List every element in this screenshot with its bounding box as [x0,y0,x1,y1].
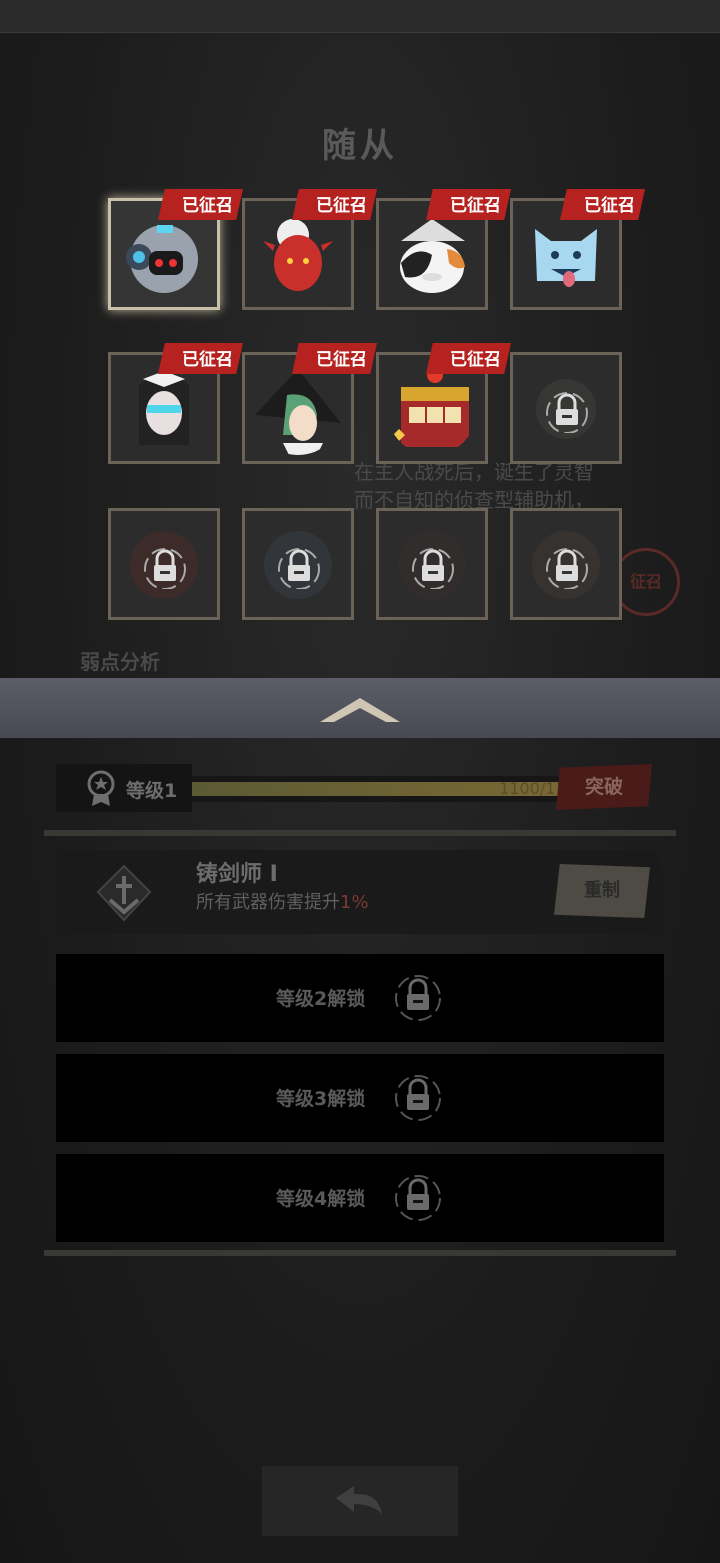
companion-green-witch[interactable]: 已征召 [242,343,377,464]
back-button[interactable] [262,1466,458,1536]
exp-progress-bar: 1100/1100 [192,776,596,802]
divider [44,830,676,836]
companion-ice-spirit[interactable]: 已征召 [510,189,645,310]
companion-red-demon[interactable]: 已征召 [242,189,377,310]
top-strip [0,0,720,33]
companion-calico-cat[interactable]: 已征召 [376,189,511,310]
summoned-badge: 已征召 [560,189,645,220]
breakthrough-button[interactable]: 突破 [556,764,652,810]
page-title: 随从 [322,126,398,166]
summoned-badge: 已征召 [426,189,511,220]
reset-skill-button[interactable]: 重制 [554,864,650,918]
unlock-row-level2: 等级2解锁 [56,954,664,1042]
back-arrow-icon [336,1486,382,1514]
witch-portrait-icon [255,369,341,455]
maid-portrait-icon [139,371,189,445]
skill-card: 铸剑师 I 所有武器伤害提升1% 重制 [58,850,660,934]
unlock-label: 等级4解锁 [276,1188,366,1210]
lock-icon [144,548,186,589]
companion-locked[interactable] [242,508,354,620]
skill-desc-prefix: 所有武器伤害提升 [196,892,340,913]
lock-icon [395,1075,441,1121]
companion-locked[interactable] [376,508,488,620]
companion-masked-maid[interactable]: 已征召 [108,343,243,464]
sword-emblem-icon [96,864,152,922]
skill-name: 铸剑师 I [196,862,278,887]
unlock-label: 等级3解锁 [276,1088,366,1110]
slot-machine-portrait-icon [393,367,469,447]
companion-screen: 随从 在主人战死后，诞生了灵智 而不自知的侦查型辅助机， 弱点分析 征召 已征召 [0,0,720,1563]
companion-locked[interactable] [510,508,622,620]
lock-icon [412,548,454,589]
level-label-box: 等级1 [56,764,192,812]
level-bar: 等级1 1100/1100 突破 [56,764,660,812]
cat-portrait-icon [400,219,465,293]
summoned-badge: 已征召 [158,343,243,374]
divider [44,1250,676,1256]
lock-icon [278,548,320,589]
unlock-row-level3: 等级3解锁 [56,1054,664,1142]
companion-slot-machine[interactable]: 已征召 [376,343,511,464]
lock-icon [546,548,588,589]
lock-icon [395,975,441,1021]
unlock-label: 等级2解锁 [276,988,366,1010]
lock-icon [546,392,588,433]
summoned-badge: 已征召 [292,189,377,220]
chevron-up-icon[interactable] [316,694,404,726]
unlock-row-level4: 等级4解锁 [56,1154,664,1242]
medal-icon [87,770,115,806]
level-text: 等级1 [126,780,178,802]
summoned-badge: 已征召 [292,343,377,374]
summoned-badge: 已征召 [158,189,243,220]
summoned-badge: 已征召 [426,343,511,374]
red-demon-portrait-icon [263,219,333,291]
summon-stamp: 征召 [612,548,680,616]
skill-desc-value: 1% [340,892,369,913]
lock-icon [395,1175,441,1221]
robot-portrait-icon [126,225,198,293]
weakness-analysis-label: 弱点分析 [80,650,160,674]
companion-locked[interactable] [108,508,220,620]
companion-locked[interactable] [510,352,622,464]
ice-spirit-portrait-icon [535,229,597,287]
skill-description: 所有武器伤害提升1% [196,888,369,914]
companion-robot[interactable]: 已征召 [108,189,243,310]
